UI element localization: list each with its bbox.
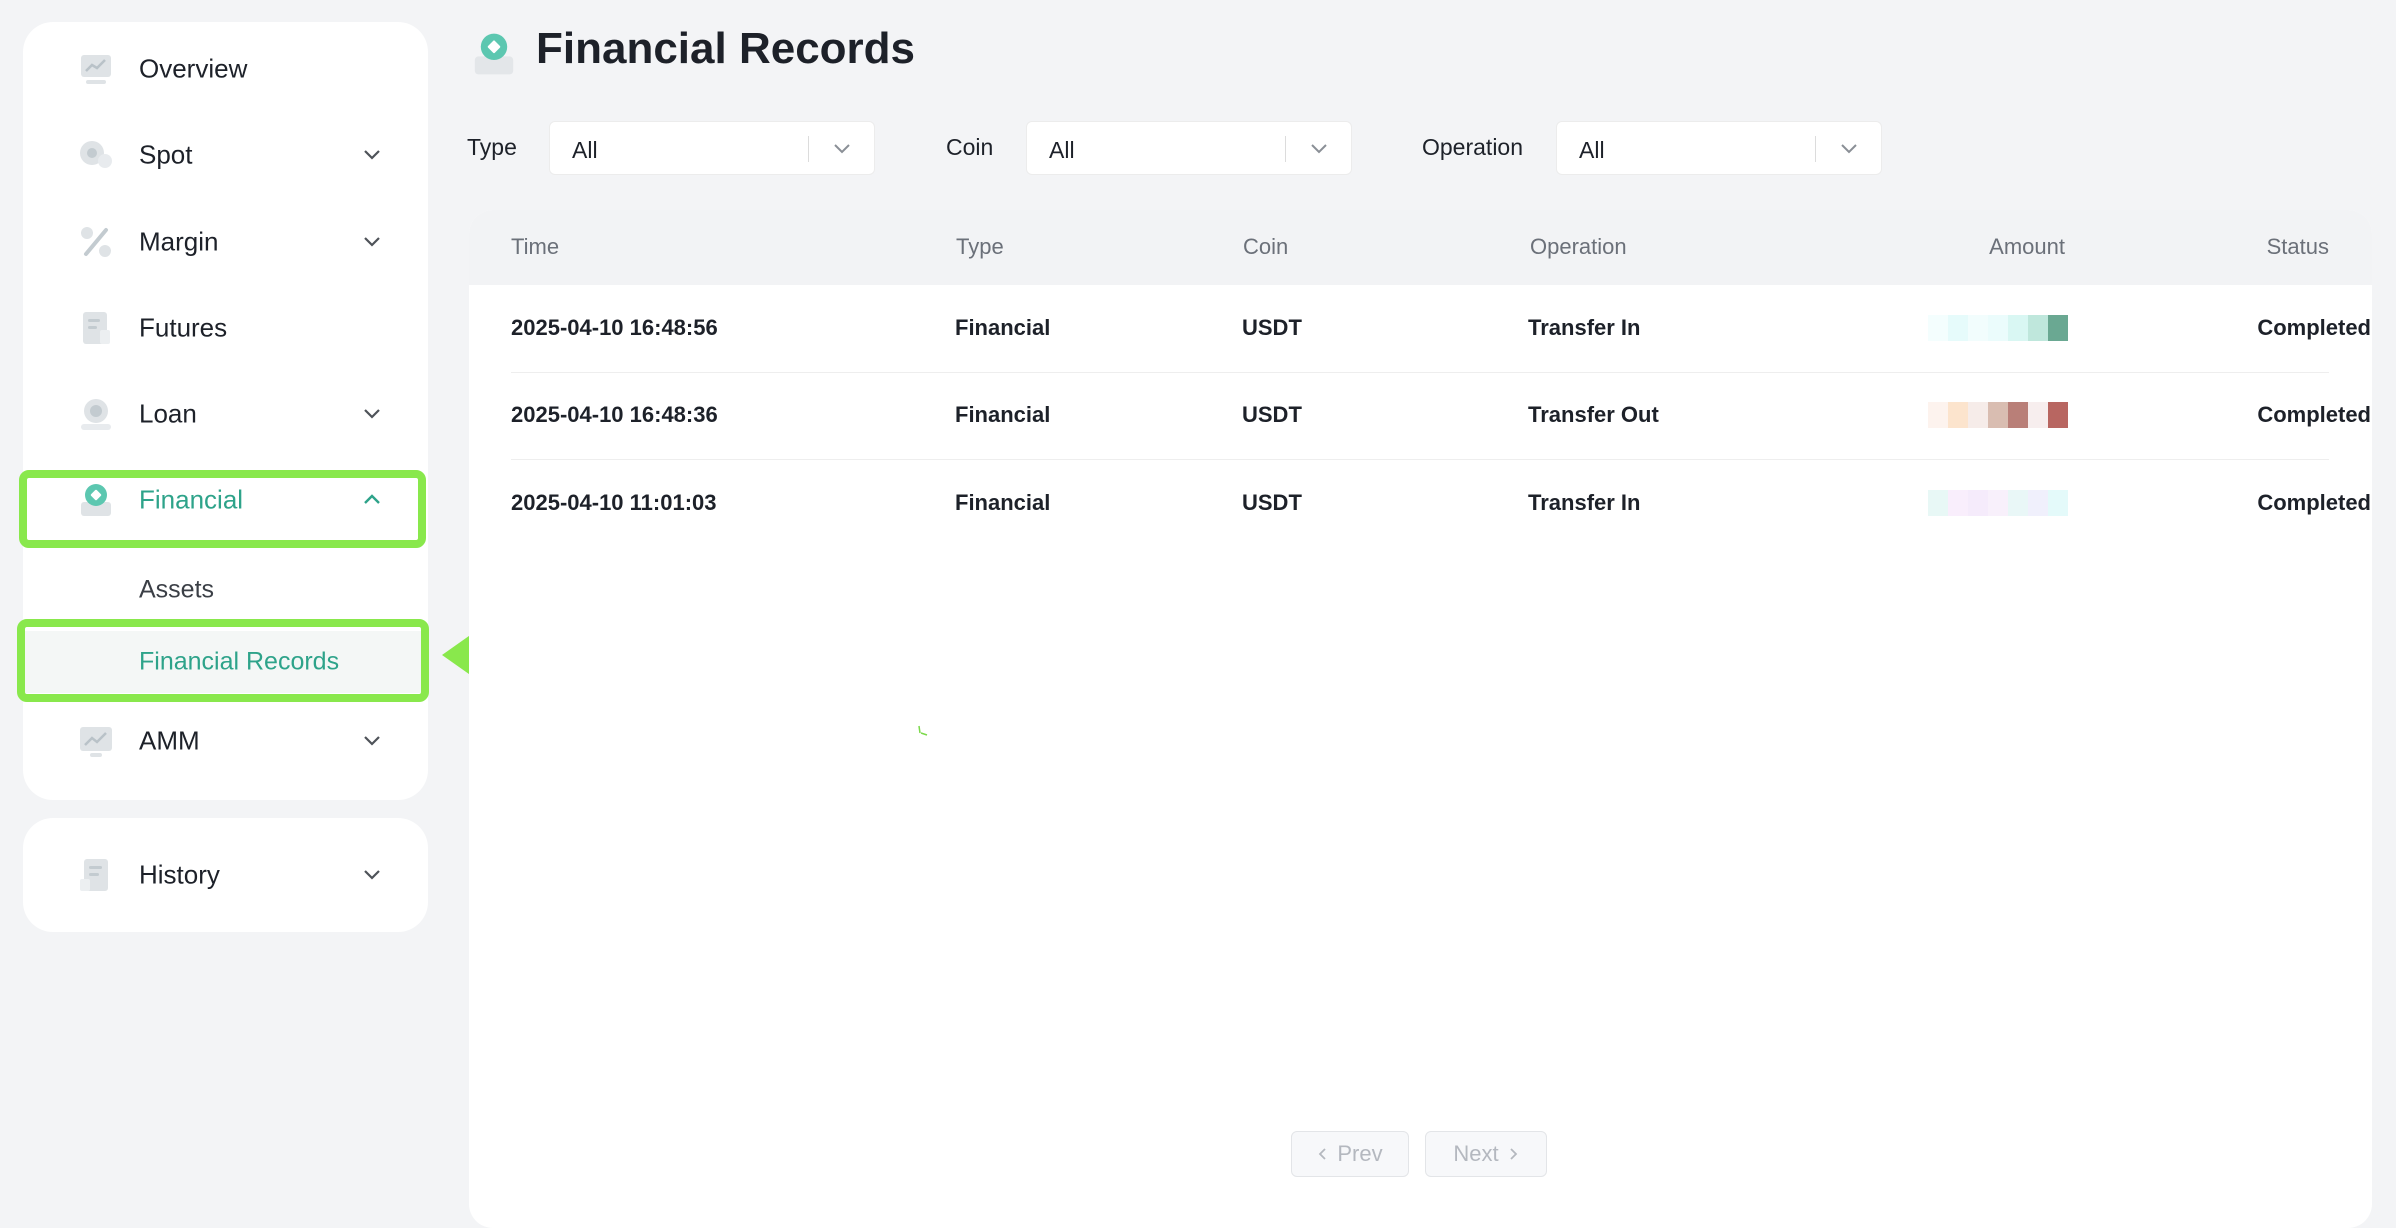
cell-coin: USDT — [1242, 402, 1302, 427]
chevron-down-icon — [1311, 144, 1327, 154]
cell-status: Completed — [2257, 315, 2371, 340]
receipt-icon — [80, 859, 108, 891]
column-header-type: Type — [956, 234, 1004, 259]
sidebar-item-overview[interactable]: Overview — [23, 35, 428, 103]
cell-type: Financial — [955, 402, 1051, 427]
amount-redacted — [1928, 402, 2068, 428]
chevron-left-icon — [1319, 1148, 1327, 1160]
sidebar-item-label: Spot — [139, 139, 193, 170]
sidebar-item-label: Futures — [139, 312, 228, 343]
filter-type-label: Type — [467, 134, 517, 160]
sidebar-subitem-assets[interactable]: Assets — [23, 559, 428, 621]
cell-type: Financial — [955, 315, 1051, 340]
document-icon — [83, 312, 110, 344]
sidebar-subitem-financial-records[interactable]: Financial Records — [23, 631, 428, 693]
cell-operation: Transfer In — [1528, 315, 1641, 340]
sidebar-item-label: History — [139, 859, 220, 890]
filter-operation-select[interactable]: All — [1556, 121, 1882, 175]
table-header: Time Type Coin Operation Amount Status — [469, 210, 2372, 285]
sidebar-item-label: AMM — [139, 725, 200, 756]
chevron-down-icon — [1841, 144, 1857, 154]
cell-type: Financial — [955, 490, 1051, 515]
cell-operation: Transfer Out — [1528, 402, 1659, 427]
chart-board-icon — [81, 55, 111, 84]
cell-time: 2025-04-10 11:01:03 — [511, 490, 717, 515]
chevron-down-icon — [364, 870, 380, 880]
prev-page-label: Prev — [1337, 1141, 1383, 1166]
sidebar-item-futures[interactable]: Futures — [23, 294, 428, 362]
wallet-icon — [81, 484, 111, 516]
cell-status: Completed — [2257, 402, 2371, 427]
column-header-coin: Coin — [1243, 234, 1289, 259]
table-row: 2025-04-10 11:01:03 Financial USDT Trans… — [511, 460, 2371, 548]
trend-board-icon — [80, 727, 112, 757]
amount-redacted — [1928, 315, 2068, 341]
cell-time: 2025-04-10 16:48:56 — [511, 315, 718, 340]
filter-operation-value: All — [1579, 137, 1605, 163]
sidebar-item-margin[interactable]: Margin — [23, 208, 428, 276]
sidebar-subitem-label: Financial Records — [139, 647, 340, 676]
app-root: Overview Spot Margin Futures Loan Financ… — [0, 0, 2396, 1228]
sidebar-item-loan[interactable]: Loan — [23, 380, 428, 448]
cell-operation: Transfer In — [1528, 490, 1641, 515]
sidebar-item-amm[interactable]: AMM — [23, 707, 428, 775]
chevron-down-icon — [364, 736, 380, 746]
chevron-down-icon — [834, 144, 850, 154]
cell-coin: USDT — [1242, 315, 1302, 340]
sidebar-item-label: Financial — [139, 484, 244, 515]
column-header-amount: Amount — [1989, 234, 2065, 259]
column-header-operation: Operation — [1530, 234, 1627, 259]
sidebar-history-card: History — [23, 818, 428, 932]
next-page-button[interactable]: Next — [1425, 1131, 1547, 1177]
sidebar: Overview Spot Margin Futures Loan Financ… — [23, 22, 428, 800]
cell-status: Completed — [2257, 490, 2371, 515]
table-row: 2025-04-10 16:48:36 Financial USDT Trans… — [511, 372, 2371, 460]
amount-redacted — [1928, 490, 2068, 516]
coin-hand-icon — [81, 399, 111, 430]
page-title: Financial Records — [536, 24, 916, 73]
divider — [808, 136, 809, 162]
sidebar-item-spot[interactable]: Spot — [23, 121, 428, 189]
sidebar-item-history[interactable]: History — [23, 841, 428, 909]
prev-page-button[interactable]: Prev — [1291, 1131, 1409, 1177]
cell-coin: USDT — [1242, 490, 1302, 515]
chevron-up-icon — [364, 494, 380, 504]
chevron-down-icon — [364, 237, 380, 247]
loading-spinner-icon — [918, 725, 928, 736]
filter-type-select[interactable]: All — [549, 121, 875, 175]
sidebar-item-financial[interactable]: Financial — [23, 466, 428, 534]
sidebar-item-label: Loan — [139, 398, 197, 429]
table-row: 2025-04-10 16:48:56 Financial USDT Trans… — [511, 285, 2371, 373]
filter-coin-value: All — [1049, 137, 1075, 163]
column-header-time: Time — [511, 234, 560, 259]
divider — [1285, 136, 1286, 162]
sidebar-item-label: Margin — [139, 226, 219, 257]
percent-icon — [81, 227, 111, 257]
chevron-right-icon — [1509, 1148, 1517, 1160]
filter-coin-label: Coin — [946, 134, 994, 160]
sidebar-item-label: Overview — [139, 53, 248, 84]
cell-time: 2025-04-10 16:48:36 — [511, 402, 718, 427]
coins-icon — [80, 141, 112, 168]
divider — [1815, 136, 1816, 162]
filter-type-value: All — [572, 137, 598, 163]
chevron-down-icon — [364, 150, 380, 160]
next-page-label: Next — [1453, 1141, 1499, 1166]
column-header-status: Status — [2266, 234, 2329, 259]
records-table: Time Type Coin Operation Amount Status 2… — [469, 210, 2372, 1228]
filter-operation-label: Operation — [1422, 134, 1524, 160]
wallet-icon — [474, 33, 514, 75]
chevron-down-icon — [364, 409, 380, 419]
sidebar-subitem-label: Assets — [139, 575, 215, 604]
filter-coin-select[interactable]: All — [1026, 121, 1352, 175]
